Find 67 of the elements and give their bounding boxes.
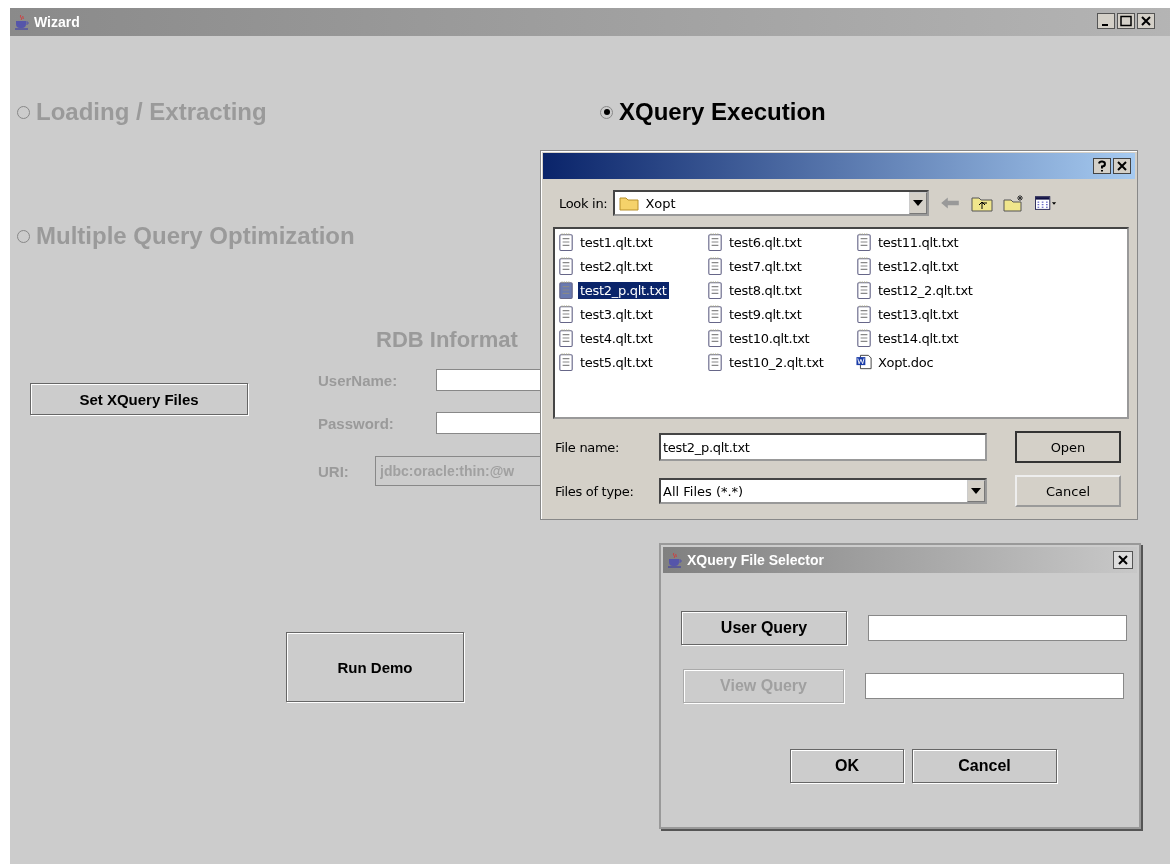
file-type-dropdown[interactable]: All Files (*.*) — [659, 478, 987, 504]
text-file-icon — [558, 281, 574, 299]
file-item[interactable]: Xopt.doc — [856, 351, 936, 373]
coffee-cup-icon — [14, 14, 30, 30]
close-icon[interactable] — [1137, 13, 1155, 29]
dialog-title: XQuery File Selector — [687, 552, 824, 568]
folder-dropdown[interactable]: Xopt — [613, 190, 930, 216]
minimize-icon[interactable] — [1097, 13, 1115, 29]
set-files-button[interactable]: Set XQuery Files — [30, 383, 248, 415]
cancel-button[interactable]: Cancel — [912, 749, 1057, 783]
text-file-icon — [558, 233, 574, 251]
file-name-label: File name: — [555, 439, 621, 455]
file-item[interactable]: test3.qlt.txt — [558, 303, 655, 325]
text-file-icon — [856, 233, 872, 251]
up-folder-icon[interactable] — [971, 194, 994, 212]
file-item[interactable]: test4.qlt.txt — [558, 327, 655, 349]
text-file-icon — [707, 353, 723, 371]
new-folder-icon[interactable] — [1003, 194, 1026, 212]
coffee-cup-icon — [667, 552, 683, 568]
file-name-field[interactable]: test2_p.qlt.txt — [659, 433, 987, 461]
close-icon[interactable] — [1113, 158, 1131, 174]
folder-icon — [619, 195, 640, 211]
file-item[interactable]: test10.qlt.txt — [707, 327, 812, 349]
cancel-button[interactable]: Cancel — [1015, 475, 1121, 507]
close-icon[interactable] — [1113, 551, 1133, 569]
text-file-icon — [558, 305, 574, 323]
text-file-icon — [707, 281, 723, 299]
open-button[interactable]: Open — [1015, 431, 1121, 463]
file-item[interactable]: test5.qlt.txt — [558, 351, 655, 373]
file-item[interactable]: test7.qlt.txt — [707, 255, 804, 277]
file-item[interactable]: test9.qlt.txt — [707, 303, 804, 325]
file-item[interactable]: test10_2.qlt.txt — [707, 351, 826, 373]
file-item[interactable]: test14.qlt.txt — [856, 327, 961, 349]
dropdown-arrow-icon[interactable] — [913, 200, 924, 206]
text-file-icon — [558, 329, 574, 347]
window-title: Wizard — [34, 14, 80, 30]
look-in-label: Look in: — [559, 195, 608, 211]
input-field[interactable] — [868, 615, 1127, 641]
file-item[interactable]: test6.qlt.txt — [707, 231, 804, 253]
text-file-icon — [856, 281, 872, 299]
file-item[interactable]: test12_2.qlt.txt — [856, 279, 975, 301]
text-file-icon — [707, 305, 723, 323]
text-file-icon — [707, 233, 723, 251]
run-demo-button[interactable]: Run Demo — [286, 632, 464, 702]
file-item[interactable]: test1.qlt.txt — [558, 231, 655, 253]
text-file-icon — [558, 257, 574, 275]
file-item[interactable]: test12.qlt.txt — [856, 255, 961, 277]
file-item[interactable]: test8.qlt.txt — [707, 279, 804, 301]
help-icon[interactable] — [1093, 158, 1111, 174]
ok-button[interactable]: OK — [790, 749, 904, 783]
text-file-icon — [707, 257, 723, 275]
text-file-icon — [558, 353, 574, 371]
file-item[interactable]: test13.qlt.txt — [856, 303, 961, 325]
query-button[interactable]: User Query — [681, 611, 847, 645]
text-file-icon — [856, 305, 872, 323]
input-field[interactable] — [865, 673, 1124, 699]
file-item[interactable]: test11.qlt.txt — [856, 231, 961, 253]
text-file-icon — [856, 257, 872, 275]
text-file-icon — [707, 329, 723, 347]
mode-radio[interactable]: XQuery Execution — [600, 97, 826, 127]
view-menu-icon[interactable] — [1035, 194, 1058, 212]
dropdown-arrow-icon[interactable] — [971, 488, 981, 494]
word-document-icon — [856, 353, 872, 371]
file-item[interactable]: test2.qlt.txt — [558, 255, 655, 277]
text-file-icon — [856, 329, 872, 347]
file-type-label: Files of type: — [555, 483, 635, 499]
maximize-icon[interactable] — [1117, 13, 1135, 29]
